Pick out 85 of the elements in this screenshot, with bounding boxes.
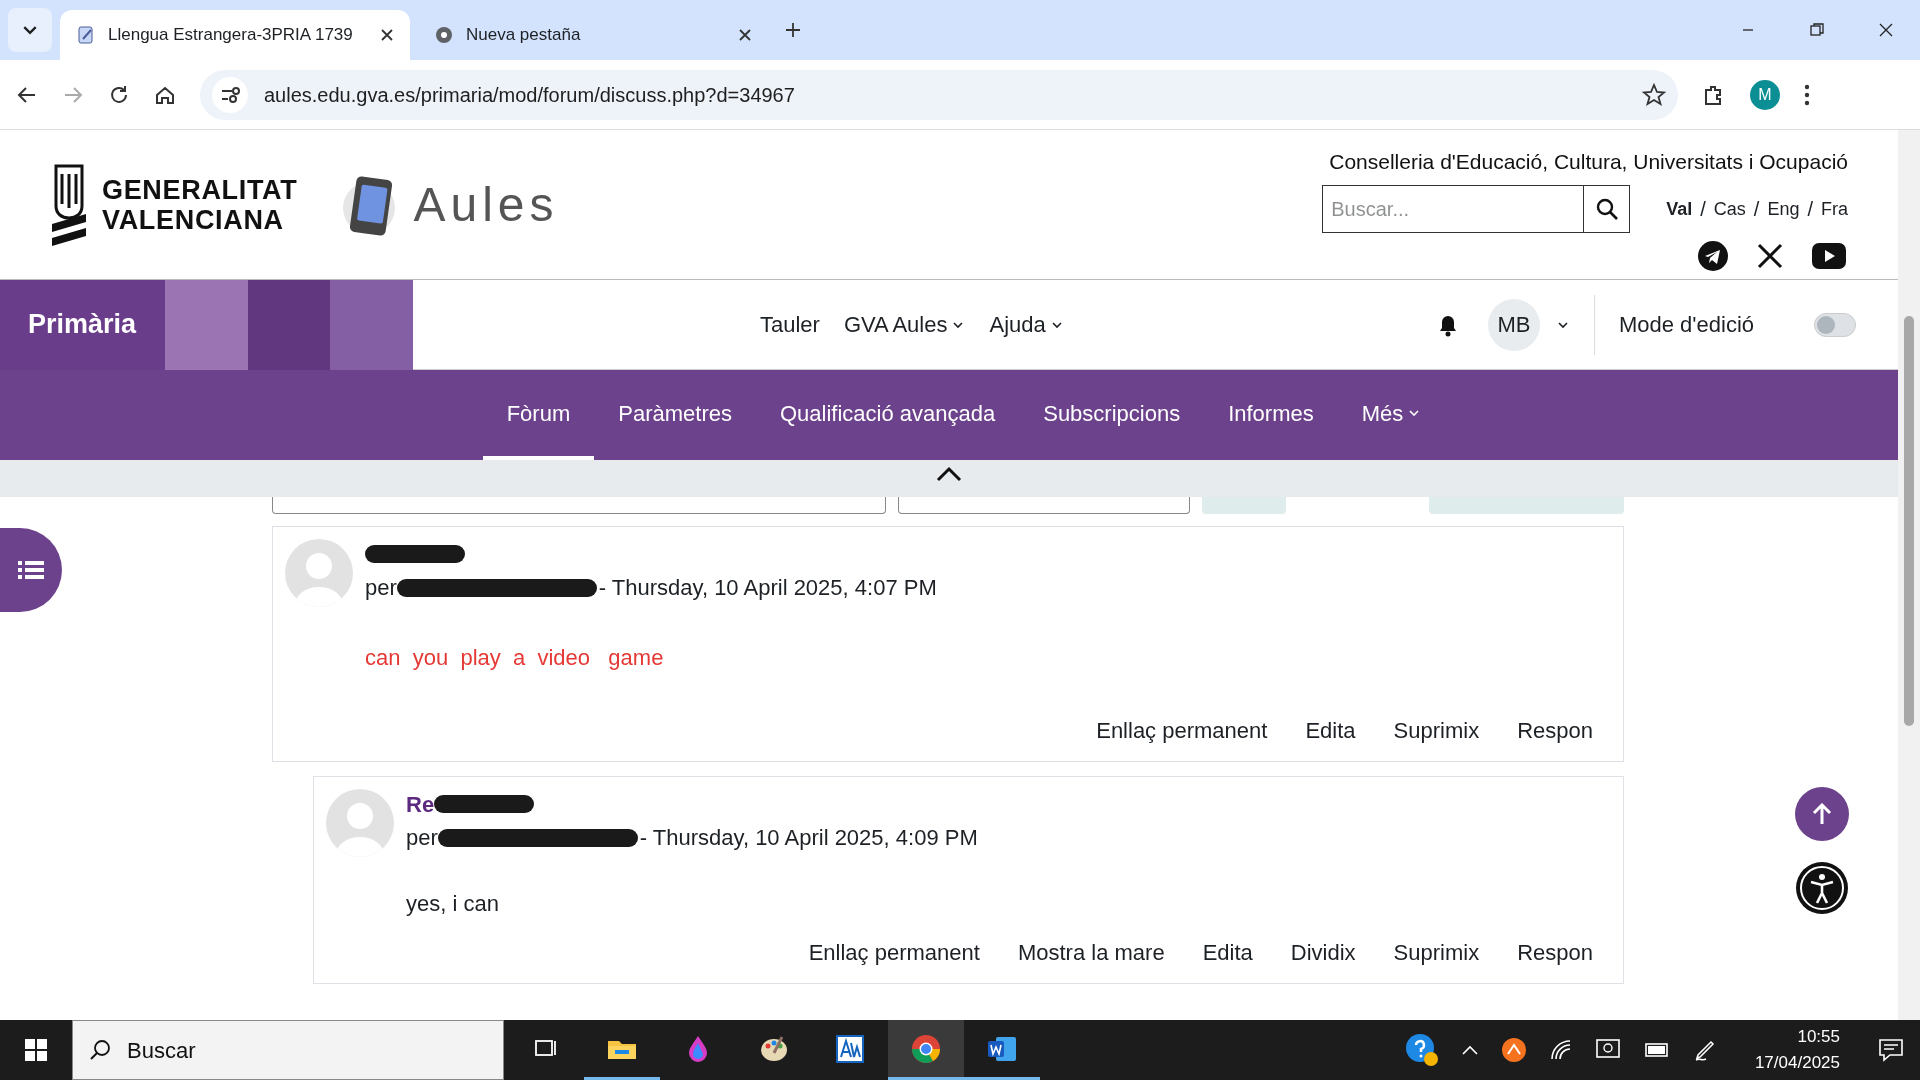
profile-avatar[interactable]: M <box>1750 79 1780 110</box>
post-action-link[interactable]: Mostra la mare <box>1017 936 1165 969</box>
reload-icon[interactable] <box>108 83 130 106</box>
back-to-top-button[interactable] <box>1795 787 1849 841</box>
search-field[interactable]: Buscar... <box>1322 185 1585 234</box>
post-action-link[interactable]: Respon <box>1517 714 1593 747</box>
close-icon[interactable] <box>380 28 394 42</box>
post-subject[interactable]: Re <box>406 787 435 821</box>
taskbar-search-field[interactable]: Buscar <box>72 1020 504 1080</box>
post-action-link[interactable]: Dividix <box>1290 936 1356 969</box>
collapse-chevron-icon[interactable] <box>935 465 963 483</box>
wifi-icon[interactable] <box>1548 1039 1573 1061</box>
tab-title: Nueva pestaña <box>466 24 582 47</box>
clock-date[interactable]: 17/04/2025 <box>1754 1050 1840 1076</box>
list-icon[interactable] <box>18 560 44 580</box>
logo-text: GENERALITAT <box>102 174 298 205</box>
taskbar-app-button[interactable] <box>888 1020 964 1080</box>
tray-app-icon[interactable] <box>1500 1037 1527 1063</box>
x-logo-icon[interactable] <box>1756 242 1784 271</box>
post-date: - Thursday, 10 April 2025, 4:09 PM <box>639 824 978 852</box>
nav-link[interactable]: GVA Aules <box>843 308 948 341</box>
post-date: - Thursday, 10 April 2025, 4:07 PM <box>598 574 937 602</box>
post-message: yes, i can <box>406 890 500 918</box>
author-prefix: per <box>406 824 438 852</box>
secondary-nav-tab[interactable]: Més <box>1337 370 1446 460</box>
language-link[interactable]: Fra <box>1821 195 1848 223</box>
site-banner[interactable]: Primària <box>0 279 413 370</box>
language-link[interactable]: Cas <box>1713 195 1746 223</box>
search-button[interactable] <box>1584 185 1631 234</box>
new-tab-icon[interactable] <box>784 21 802 39</box>
url-text: aules.edu.gva.es/primaria/mod/forum/discuss.php?d=34967 <box>264 82 796 108</box>
help-icon[interactable] <box>1404 1033 1439 1067</box>
windows-logo-icon[interactable] <box>25 1039 47 1061</box>
separator-slash: / <box>1753 197 1760 223</box>
aw-app-icon[interactable] <box>834 1032 866 1065</box>
menu-icon[interactable] <box>1804 83 1810 106</box>
post-action-link[interactable]: Enllaç permanent <box>1096 714 1268 747</box>
post-action-link[interactable]: Suprimix <box>1393 936 1480 969</box>
search-icon <box>89 1039 111 1061</box>
secondary-nav-tab[interactable]: Qualificació avançada <box>755 370 1020 460</box>
edit-mode-label: Mode d'edició <box>1618 311 1754 339</box>
arrow-up-icon[interactable] <box>1812 803 1832 825</box>
post-message: can you play a video game <box>365 644 665 672</box>
clock-time[interactable]: 10:55 <box>1797 1024 1840 1050</box>
index-drawer-button[interactable] <box>0 528 62 612</box>
bookmark-star-icon[interactable] <box>1642 82 1666 107</box>
user-menu[interactable]: MB <box>1487 298 1570 351</box>
scrollbar[interactable] <box>1898 130 1920 1020</box>
nav-link[interactable]: Ajuda <box>989 308 1046 341</box>
accessibility-icon[interactable] <box>1795 861 1849 915</box>
page-icon <box>76 25 96 45</box>
site-name[interactable]: Primària <box>28 304 137 345</box>
language-link[interactable]: Eng <box>1767 195 1800 223</box>
separator-slash: / <box>1807 197 1813 223</box>
separator-slash: / <box>1700 197 1706 223</box>
author-prefix: per <box>365 574 397 602</box>
notifications-icon[interactable] <box>1878 1038 1904 1062</box>
chevron-up-icon[interactable] <box>1460 1044 1479 1056</box>
chrome-icon[interactable] <box>910 1032 942 1065</box>
ministry-name: Conselleria d'Educació, Cultura, Universitats i Ocupació <box>1329 148 1848 175</box>
post-action-link[interactable]: Suprimix <box>1393 714 1480 747</box>
post-action-link[interactable]: Respon <box>1517 936 1593 969</box>
address-bar[interactable]: aules.edu.gva.es/primaria/mod/forum/discuss.php?d=34967 <box>200 69 1678 120</box>
browser-tab[interactable]: Llengua Estrangera-3PRIA 1739 <box>60 10 410 60</box>
battery-icon[interactable] <box>1642 1041 1671 1059</box>
search-icon[interactable] <box>1594 197 1619 222</box>
secondary-nav-tab[interactable]: Subscripcions <box>1019 370 1205 460</box>
secondary-nav-tab[interactable]: Paràmetres <box>594 370 756 460</box>
logo-text: VALENCIANA <box>102 204 285 235</box>
post-action-link[interactable]: Enllaç permanent <box>808 936 980 969</box>
user-avatar[interactable]: MB <box>1487 298 1540 351</box>
secondary-nav-tab[interactable]: Informes <box>1204 370 1338 460</box>
browser-tab[interactable]: Nueva pestaña <box>418 10 768 60</box>
site-settings-icon[interactable] <box>212 76 248 113</box>
language-link[interactable]: Val <box>1666 195 1693 223</box>
tab-title: Llengua Estrangera-3PRIA 1739 <box>108 24 354 47</box>
nav-link[interactable]: Tauler <box>760 308 820 341</box>
edit-mode-toggle[interactable] <box>1814 312 1856 337</box>
app-name: Aules <box>413 176 559 233</box>
post-action-link[interactable]: Edita <box>1202 936 1253 969</box>
youtube-icon[interactable] <box>1812 243 1846 270</box>
restore-icon[interactable] <box>1807 21 1826 39</box>
post-action-link[interactable]: Edita <box>1305 714 1356 747</box>
close-icon[interactable] <box>738 28 752 42</box>
telegram-icon[interactable] <box>1698 241 1728 272</box>
